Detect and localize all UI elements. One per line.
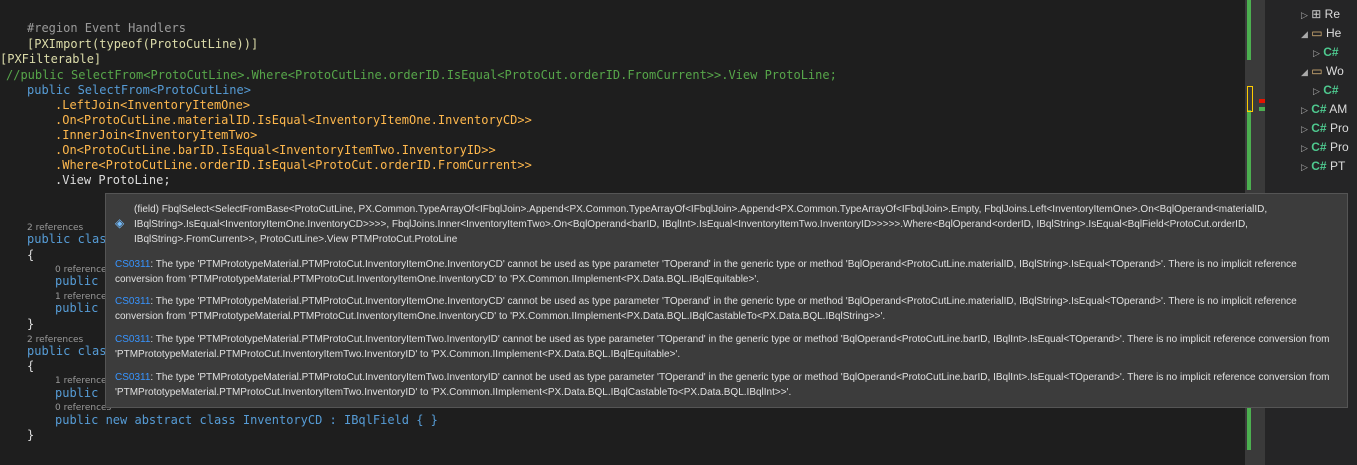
tree-item[interactable]: ▷ C# AM: [1301, 100, 1347, 118]
references-icon: ⊞: [1311, 7, 1322, 21]
error-code-link[interactable]: CS0311: [115, 372, 150, 383]
tree-item[interactable]: ▷ C# Pro: [1301, 119, 1349, 137]
code-line: public: [55, 386, 99, 400]
error-entry: CS0311: The type 'PTMPrototypeMaterial.P…: [115, 334, 1330, 360]
tree-item[interactable]: ▷ C#: [1313, 81, 1339, 99]
code-line: .LeftJoin<InventoryItemOne>: [55, 98, 251, 112]
scroll-position-marker: [1247, 86, 1253, 112]
code-line: public: [55, 301, 99, 315]
csharp-file-icon: C#: [1311, 121, 1327, 135]
tree-item[interactable]: ▷ C# Pro: [1301, 138, 1349, 156]
code-line: .On<ProtoCutLine.barID.IsEqual<Inventory…: [55, 143, 496, 157]
error-entry: CS0311: The type 'PTMPrototypeMaterial.P…: [115, 259, 1297, 285]
references-codelens[interactable]: 0 references: [55, 403, 111, 413]
csharp-file-icon: C#: [1311, 140, 1327, 154]
code-line: #region Event Handlers: [27, 21, 186, 35]
error-code-link[interactable]: CS0311: [115, 259, 150, 270]
folder-icon: ▭: [1311, 64, 1323, 78]
code-line: public SelectFrom<ProtoCutLine>: [27, 83, 251, 97]
code-line: public clas: [27, 344, 107, 358]
csharp-file-icon: C#: [1311, 102, 1327, 116]
field-icon: ◈: [115, 216, 125, 230]
code-line: .View ProtoLine;: [55, 173, 171, 187]
code-line: public clas: [27, 232, 107, 246]
code-line: //public SelectFrom<ProtoCutLine>.Where<…: [6, 68, 837, 82]
code-line: .On<ProtoCutLine.materialID.IsEqual<Inve…: [55, 113, 532, 127]
csharp-file-icon: C#: [1311, 159, 1327, 173]
code-line: {: [27, 359, 35, 373]
code-line: .InnerJoin<InventoryItemTwo>: [55, 128, 258, 142]
code-line: }: [27, 428, 35, 442]
tooltip-signature: (field) FbqlSelect<SelectFromBase<ProtoC…: [134, 204, 1268, 245]
error-code-link[interactable]: CS0311: [115, 296, 150, 307]
quickinfo-tooltip: ◈ (field) FbqlSelect<SelectFromBase<Prot…: [105, 193, 1348, 408]
error-entry: CS0311: The type 'PTMPrototypeMaterial.P…: [115, 372, 1330, 398]
code-line: .Where<ProtoCutLine.orderID.IsEqual<Prot…: [55, 158, 532, 172]
tree-item[interactable]: ◢ ▭ Wo: [1301, 62, 1344, 80]
code-line: {: [27, 248, 35, 262]
tree-item[interactable]: ▷ C#: [1313, 43, 1339, 61]
tree-item[interactable]: ▷ C# PT: [1301, 157, 1345, 175]
references-codelens[interactable]: 1 reference: [55, 376, 107, 386]
error-code-link[interactable]: CS0311: [115, 334, 150, 345]
code-line: }: [27, 317, 35, 331]
tree-item[interactable]: ▷ ⊞ Re: [1301, 5, 1340, 23]
csharp-file-icon: C#: [1323, 83, 1339, 97]
code-line: [PXFilterable]: [0, 52, 102, 66]
code-line: public: [55, 274, 99, 288]
code-line: public new abstract class InventoryCD : …: [55, 413, 438, 427]
error-entry: CS0311: The type 'PTMPrototypeMaterial.P…: [115, 296, 1297, 322]
csharp-file-icon: C#: [1323, 45, 1339, 59]
tree-item[interactable]: ◢ ▭ He: [1301, 24, 1341, 42]
change-marker: [1247, 110, 1251, 190]
code-line: [PXImport(typeof(ProtoCutLine))]: [27, 37, 259, 51]
folder-icon: ▭: [1311, 26, 1323, 40]
change-marker: [1247, 0, 1251, 60]
